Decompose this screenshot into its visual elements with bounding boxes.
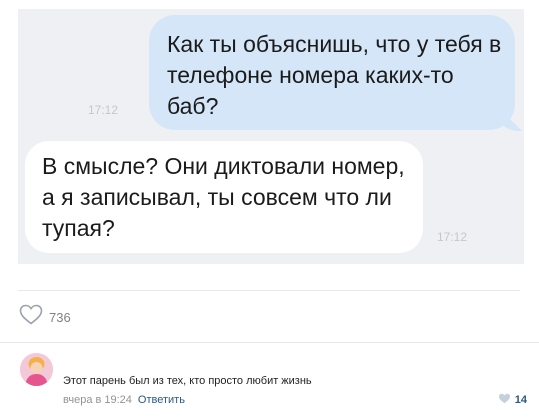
comments-divider [0, 342, 539, 343]
like-button[interactable]: 736 [19, 304, 71, 330]
comment-like-button[interactable]: 14 [498, 393, 527, 407]
outgoing-message-bubble: Как ты объяснишь, что у тебя в телефоне … [149, 15, 515, 130]
comment-meta: вчера в 19:24 Ответить [63, 394, 185, 406]
heart-outline-icon [19, 304, 43, 330]
incoming-message-text: В смысле? Они диктовали номер, а я запис… [42, 153, 405, 241]
outgoing-message-time: 17:12 [88, 103, 119, 117]
incoming-message-bubble: В смысле? Они диктовали номер, а я запис… [25, 141, 423, 253]
comment-text: Этот парень был из тех, кто просто любит… [63, 375, 312, 387]
comment-likes-count: 14 [514, 394, 527, 406]
avatar[interactable] [20, 353, 53, 386]
comment-timestamp[interactable]: вчера в 19:24 [63, 394, 132, 406]
post-divider [18, 290, 520, 291]
incoming-message-time: 17:12 [437, 230, 468, 244]
likes-count: 736 [49, 309, 71, 325]
reply-link[interactable]: Ответить [138, 394, 185, 406]
outgoing-message-text: Как ты объяснишь, что у тебя в телефоне … [167, 31, 502, 119]
heart-icon [498, 393, 511, 407]
chat-screenshot: Как ты объяснишь, что у тебя в телефоне … [18, 9, 524, 264]
